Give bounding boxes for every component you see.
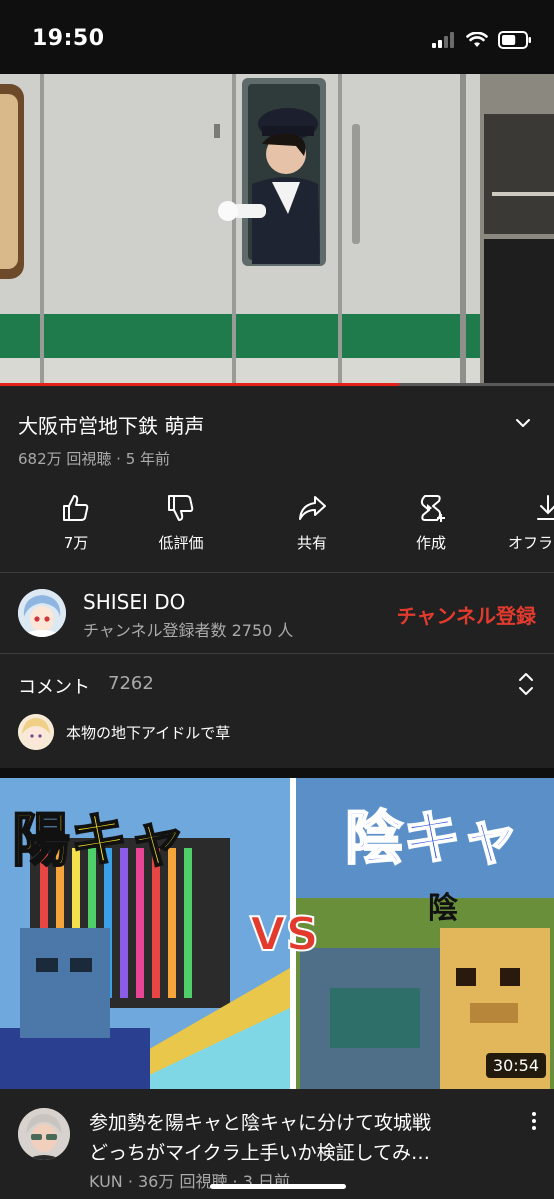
- download-button[interactable]: オフラ: [496, 492, 554, 553]
- download-label: オフラ: [508, 534, 554, 552]
- share-icon: [299, 496, 326, 520]
- thumb-left-title: 陽キャ: [12, 806, 186, 874]
- section-separator: [0, 768, 554, 778]
- chevron-down-icon[interactable]: [514, 414, 532, 432]
- expand-collapse-icon[interactable]: [516, 671, 536, 697]
- next-video-title-line1[interactable]: 参加勢を陽キャと陰キャに分けて攻城戦: [89, 1108, 431, 1135]
- create-icon: [420, 495, 445, 522]
- thumbs-down-icon: [168, 495, 194, 521]
- divider: [0, 653, 554, 654]
- divider: [0, 572, 554, 573]
- video-frame-train-image: [0, 74, 554, 386]
- create-label: 作成: [415, 534, 446, 552]
- create-button[interactable]: 作成: [376, 492, 486, 553]
- video-title[interactable]: 大阪市営地下鉄 萌声: [18, 410, 204, 439]
- video-progress-bar[interactable]: [0, 383, 554, 386]
- channel-avatar[interactable]: [18, 589, 66, 637]
- download-icon: [537, 495, 554, 520]
- wifi-icon: [466, 32, 488, 47]
- dislike-label: 低評価: [158, 534, 204, 552]
- subscribe-button[interactable]: チャンネル登録: [397, 600, 536, 629]
- next-video-avatar-image: [18, 1108, 70, 1160]
- video-player[interactable]: [0, 74, 554, 386]
- thumb-right-title: 陰キャ: [345, 804, 519, 872]
- commenter-avatar-image: [18, 714, 54, 750]
- thumb-vs-label: VS: [250, 907, 319, 961]
- dislike-button[interactable]: 低評価: [126, 492, 236, 553]
- battery-icon: [498, 31, 531, 49]
- next-video-title-line2[interactable]: どっちがマイクラ上手いか検証してみ…: [89, 1138, 430, 1165]
- like-button[interactable]: 7万: [21, 492, 131, 553]
- thumb-small-label: 陰: [428, 891, 459, 926]
- home-indicator[interactable]: [210, 1184, 346, 1189]
- like-count: 7万: [63, 534, 89, 552]
- action-bar: 7万 低評価 共有 作成 オフラ: [0, 492, 554, 558]
- video-progress-fill: [0, 383, 399, 386]
- top-comment-text[interactable]: 本物の地下アイドルで草: [66, 722, 230, 743]
- next-video-channel-avatar[interactable]: [18, 1108, 70, 1160]
- channel-name[interactable]: SHISEI DO: [83, 590, 185, 614]
- cellular-signal-icon: [432, 32, 454, 48]
- comments-heading[interactable]: コメント: [18, 673, 90, 699]
- channel-avatar-image: [18, 589, 66, 637]
- status-icons: [432, 30, 532, 50]
- commenter-avatar: [18, 714, 54, 750]
- next-video-thumbnail[interactable]: 陽キャ 陰キャ 陰 VS: [0, 778, 554, 1089]
- status-time: 19:50: [32, 26, 105, 51]
- share-label: 共有: [296, 534, 327, 552]
- status-bar: 19:50: [0, 0, 554, 74]
- share-button[interactable]: 共有: [257, 492, 367, 553]
- thumbnail-image: 陽キャ 陰キャ 陰 VS: [0, 778, 554, 1089]
- more-options-icon[interactable]: [528, 1110, 540, 1132]
- video-meta[interactable]: 682万 回視聴 · 5 年前: [18, 448, 170, 469]
- channel-subscriber-count: チャンネル登録者数 2750 人: [83, 621, 294, 640]
- thumbs-up-icon: [63, 495, 89, 521]
- video-duration-badge: 30:54: [485, 1053, 546, 1078]
- comments-count: 7262: [108, 673, 154, 694]
